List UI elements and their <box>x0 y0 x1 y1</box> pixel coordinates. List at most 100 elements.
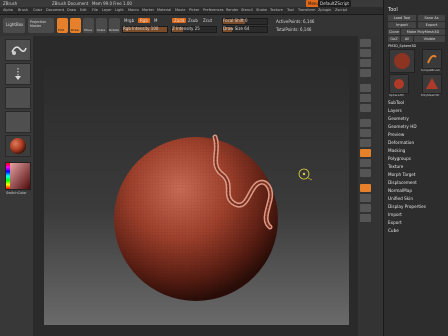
menu-zplugin[interactable]: Zplugin <box>318 7 331 14</box>
menu-preferences[interactable]: Preferences <box>203 7 224 14</box>
local-icon[interactable] <box>360 104 371 112</box>
thumb-label-sphere3d: Sphere3D <box>389 93 404 97</box>
brush-slot[interactable] <box>5 39 31 61</box>
projection-master-button[interactable]: Projection Master <box>28 18 54 33</box>
menu-stroke[interactable]: Stroke <box>256 7 267 14</box>
menu-stencil[interactable]: Stencil <box>241 7 253 14</box>
aahalf-icon[interactable] <box>360 69 371 77</box>
section-morph-target[interactable]: Morph Target <box>388 172 416 177</box>
move-button[interactable]: Move <box>83 18 94 33</box>
section-cube[interactable]: Cube <box>388 228 399 233</box>
import-button[interactable]: Import <box>388 22 416 28</box>
rgb-toggle[interactable]: Rgb <box>138 18 150 23</box>
zcut-toggle[interactable]: Zcut <box>203 18 212 23</box>
menu-material[interactable]: Material <box>157 7 171 14</box>
menu-document[interactable]: Document <box>46 7 64 14</box>
tool-thumb-simplebrush[interactable] <box>422 49 442 69</box>
section-layers[interactable]: Layers <box>388 108 402 113</box>
alpha-slot[interactable] <box>5 87 31 109</box>
thumb-label-simplebrush: SimpleBrush <box>421 68 440 72</box>
menu-edit[interactable]: Edit <box>80 7 87 14</box>
section-displacement[interactable]: Displacement <box>388 180 417 185</box>
menu-zscript[interactable]: Zscript <box>335 7 347 14</box>
save-as-button[interactable]: Save As <box>418 15 445 21</box>
menu-layer[interactable]: Layer <box>102 7 112 14</box>
material-sphere-icon <box>10 138 26 154</box>
menu-light[interactable]: Light <box>115 7 124 14</box>
draw-button[interactable]: Draw <box>70 18 81 33</box>
scale-button[interactable]: Scale <box>96 18 107 33</box>
transp-icon[interactable] <box>360 184 371 192</box>
default-zscript-button[interactable]: DefaultZScript <box>318 0 351 7</box>
lightbox-button[interactable]: LightBox <box>3 18 25 33</box>
menu-transform[interactable]: Transform <box>298 7 315 14</box>
scroll-icon[interactable] <box>360 39 371 47</box>
zadd-toggle[interactable]: Zadd <box>172 18 187 23</box>
solo-icon[interactable] <box>360 204 371 212</box>
actual-icon[interactable] <box>360 59 371 67</box>
menu-movie[interactable]: Movie <box>175 7 185 14</box>
document-title: ZBrush Document <box>52 1 89 6</box>
projection-master-label: Projection Master <box>30 20 47 28</box>
menu-picker[interactable]: Picker <box>189 7 199 14</box>
section-texture[interactable]: Texture <box>388 164 403 169</box>
rotate-button[interactable]: Rotate <box>109 18 120 33</box>
section-normalmap[interactable]: NormalMap <box>388 188 412 193</box>
polyf-icon[interactable] <box>360 149 371 157</box>
mrgb-toggle[interactable]: Mrgb <box>124 18 134 23</box>
menu-marker[interactable]: Marker <box>142 7 154 14</box>
scale-label: Scale <box>97 28 106 32</box>
section-subtool[interactable]: SubTool <box>388 100 404 105</box>
visible-button[interactable]: Visible <box>414 36 445 42</box>
section-polygroups[interactable]: Polygroups <box>388 156 411 161</box>
zoom-icon[interactable] <box>360 49 371 57</box>
menu-draw[interactable]: Draw <box>67 7 76 14</box>
section-import[interactable]: Import <box>388 212 402 217</box>
menu-render[interactable]: Render <box>226 7 238 14</box>
menu-tool[interactable]: Tool <box>287 7 294 14</box>
floor-icon[interactable] <box>360 94 371 102</box>
menu-texture[interactable]: Texture <box>270 7 283 14</box>
make-polymesh-button[interactable]: Make PolyMesh3D <box>401 29 445 35</box>
load-tool-button[interactable]: Load Tool <box>388 15 416 21</box>
menu-brush[interactable]: Brush <box>18 7 28 14</box>
tool-thumb-polymesh3d[interactable] <box>422 74 442 94</box>
xyz-icon[interactable] <box>360 119 371 127</box>
color-picker[interactable] <box>5 162 31 190</box>
goz-button[interactable]: GoZ <box>388 36 400 42</box>
texture-slot[interactable] <box>5 111 31 133</box>
section-display-properties[interactable]: Display Properties <box>388 204 426 209</box>
section-export[interactable]: Export <box>388 220 402 225</box>
section-unified-skin[interactable]: Unified Skin <box>388 196 413 201</box>
menu-alpha[interactable]: Alpha <box>3 7 13 14</box>
section-masking[interactable]: Masking <box>388 148 405 153</box>
menu-color[interactable]: Color <box>33 7 42 14</box>
menu-file[interactable]: File <box>92 7 98 14</box>
persp-icon[interactable] <box>360 84 371 92</box>
section-geometry[interactable]: Geometry <box>388 116 409 121</box>
canvas[interactable] <box>44 67 349 325</box>
section-deformation[interactable]: Deformation <box>388 140 414 145</box>
xpose-icon[interactable] <box>360 214 371 222</box>
zsub-toggle[interactable]: Zsub <box>188 18 198 23</box>
m-toggle[interactable]: M <box>154 18 157 23</box>
tool-thumb-current[interactable] <box>389 49 415 73</box>
scale-view-icon[interactable] <box>360 159 371 167</box>
tool-thumb-sphere3d[interactable] <box>389 74 409 94</box>
frame-icon[interactable] <box>360 129 371 137</box>
color-picker-gradient <box>6 163 30 189</box>
stroke-slot[interactable] <box>5 63 31 85</box>
all-button[interactable]: All <box>401 36 413 42</box>
rotate-view-icon[interactable] <box>360 169 371 177</box>
export-button[interactable]: Export <box>418 22 445 28</box>
focal-shift-label: Focal Shift 0 <box>223 18 248 23</box>
material-slot[interactable] <box>5 135 31 157</box>
edit-button[interactable]: Edit <box>57 18 68 33</box>
menu-macro[interactable]: Macro <box>128 7 139 14</box>
section-geometry-hd[interactable]: Geometry HD <box>388 124 417 129</box>
move-view-icon[interactable] <box>360 139 371 147</box>
ghost-icon[interactable] <box>360 194 371 202</box>
clone-button[interactable]: Clone <box>388 29 400 35</box>
section-preview[interactable]: Preview <box>388 132 404 137</box>
switch-color-label[interactable]: SwitchColor <box>6 191 27 195</box>
